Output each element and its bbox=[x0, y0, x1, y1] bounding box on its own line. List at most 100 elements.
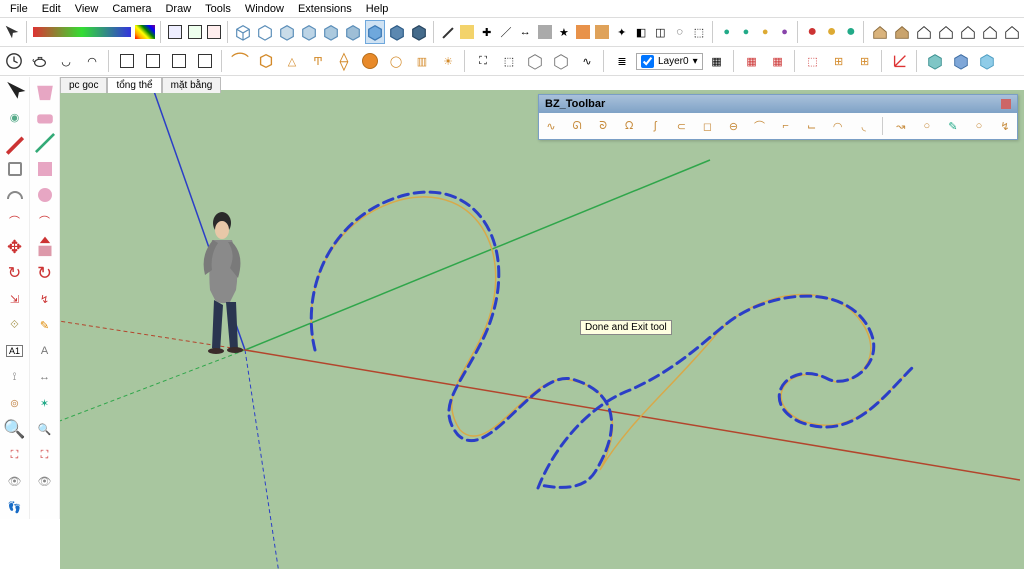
render-icon[interactable]: ⬚ bbox=[497, 49, 521, 73]
bz-tool-7-icon[interactable]: ◻ bbox=[699, 117, 715, 135]
bz-tool-17-icon[interactable]: ○ bbox=[971, 117, 987, 135]
bucket-pink-icon[interactable] bbox=[32, 79, 58, 103]
bz-tool-9-icon[interactable]: ⌒ bbox=[752, 117, 768, 135]
protractor-icon[interactable] bbox=[2, 183, 28, 207]
arc-tool-icon[interactable]: ⌒ bbox=[2, 209, 28, 233]
curve-o-icon[interactable]: ⌒ bbox=[228, 49, 252, 73]
text-icon[interactable]: A1 bbox=[2, 339, 28, 363]
thumb-icon[interactable] bbox=[167, 20, 184, 44]
edgetool-icon[interactable] bbox=[439, 20, 456, 44]
axis-icon[interactable] bbox=[888, 49, 912, 73]
greenB-icon[interactable]: ● bbox=[737, 20, 754, 44]
house5-icon[interactable] bbox=[1002, 20, 1022, 44]
text-label-icon[interactable]: A bbox=[32, 339, 58, 363]
rainbow-swatch-icon[interactable] bbox=[134, 20, 156, 44]
line-green-icon[interactable] bbox=[32, 131, 58, 155]
bz-tool-15-icon[interactable]: ○ bbox=[919, 117, 935, 135]
menu-tools[interactable]: Tools bbox=[199, 3, 237, 15]
explode-icon[interactable]: ✦ bbox=[613, 20, 630, 44]
group-b-icon[interactable]: ⊞ bbox=[853, 49, 877, 73]
bz-toolbar-panel[interactable]: BZ_Toolbar ∿ ᘏ ᘐ ᘯ ʃ ⊂ ◻ ⊖ ⌒ ⌐ ⌙ ◠ ◟ ↝ ○… bbox=[538, 94, 1018, 140]
layer-dropdown[interactable]: Layer0 ▾ bbox=[636, 53, 703, 70]
arc-red-icon[interactable]: ⌒ bbox=[32, 209, 58, 233]
bezier-curve[interactable] bbox=[311, 192, 912, 488]
grid-a-icon[interactable]: ▦ bbox=[740, 49, 764, 73]
teapot-icon[interactable] bbox=[28, 49, 52, 73]
style-shade-icon[interactable] bbox=[277, 20, 297, 44]
followme-icon[interactable]: ↯ bbox=[32, 287, 58, 311]
pushpull-icon[interactable] bbox=[32, 235, 58, 259]
position-cam-icon[interactable]: 👁 bbox=[32, 469, 58, 493]
yellow-circle-icon[interactable]: ● bbox=[823, 20, 840, 44]
bz-tool-3-icon[interactable]: ᘐ bbox=[595, 117, 611, 135]
bz-tool-4-icon[interactable]: ᘯ bbox=[621, 117, 637, 135]
shape-b-icon[interactable] bbox=[2, 157, 28, 181]
bz-tool-13-icon[interactable]: ◟ bbox=[856, 117, 872, 135]
bz-close-icon[interactable] bbox=[1001, 99, 1011, 109]
iso-a-icon[interactable] bbox=[549, 49, 573, 73]
style-dark-icon[interactable] bbox=[387, 20, 407, 44]
arrow-select-icon[interactable] bbox=[2, 79, 28, 103]
bz-tool-18-icon[interactable]: ↯ bbox=[997, 117, 1013, 135]
viewport-3d[interactable]: BZ_Toolbar ∿ ᘏ ᘐ ᘯ ʃ ⊂ ◻ ⊖ ⌒ ⌐ ⌙ ◠ ◟ ↝ ○… bbox=[60, 90, 1024, 569]
yellow-tool-icon[interactable] bbox=[459, 20, 476, 44]
arch-icon[interactable]: ☀ bbox=[436, 49, 460, 73]
orange1-icon[interactable] bbox=[575, 20, 592, 44]
style-tex-icon[interactable] bbox=[321, 20, 341, 44]
blue-box-icon[interactable] bbox=[949, 49, 973, 73]
zoom-window-icon[interactable]: ⛶ bbox=[32, 443, 58, 467]
menu-window[interactable]: Window bbox=[239, 3, 290, 15]
square-pink-icon[interactable] bbox=[32, 157, 58, 181]
wave-icon[interactable]: ∿ bbox=[575, 49, 599, 73]
house3-icon[interactable] bbox=[958, 20, 978, 44]
house1-icon[interactable] bbox=[914, 20, 934, 44]
menu-view[interactable]: View bbox=[69, 3, 105, 15]
group-a-icon[interactable]: ⊞ bbox=[827, 49, 851, 73]
house4-icon[interactable] bbox=[980, 20, 1000, 44]
sun-o-icon[interactable]: ⟠ bbox=[332, 49, 356, 73]
hide-icon[interactable]: ◌ bbox=[671, 20, 688, 44]
bz-tool-10-icon[interactable]: ⌐ bbox=[778, 117, 794, 135]
section-icon[interactable]: ◫ bbox=[652, 20, 669, 44]
star-icon[interactable]: ★ bbox=[555, 20, 572, 44]
palette-icon[interactable]: ⬚ bbox=[801, 49, 825, 73]
tape-icon[interactable]: ⟟ bbox=[2, 365, 28, 389]
menu-help[interactable]: Help bbox=[360, 3, 395, 15]
circle-pink-icon[interactable] bbox=[32, 183, 58, 207]
cyan-box-icon[interactable] bbox=[975, 49, 999, 73]
layer-tool-icon[interactable]: ▦ bbox=[705, 49, 729, 73]
bz-tool-6-icon[interactable]: ⊂ bbox=[673, 117, 689, 135]
section-plane-icon[interactable]: 👁 bbox=[2, 469, 28, 493]
grid-b-icon[interactable]: ▦ bbox=[766, 49, 790, 73]
style-darker-icon[interactable] bbox=[409, 20, 429, 44]
dim-icon[interactable]: ↔ bbox=[32, 365, 58, 389]
style-mono-icon[interactable] bbox=[343, 20, 363, 44]
lasso-icon[interactable]: ◉ bbox=[2, 105, 28, 129]
orbit-icon[interactable]: 🔍 bbox=[2, 417, 28, 441]
bz-tool-1-icon[interactable]: ∿ bbox=[543, 117, 559, 135]
menu-camera[interactable]: Camera bbox=[106, 3, 157, 15]
select-icon[interactable] bbox=[2, 20, 22, 44]
param-icon[interactable]: △ bbox=[280, 49, 304, 73]
style-active-icon[interactable] bbox=[365, 20, 385, 44]
layer-visible-checkbox[interactable] bbox=[641, 55, 654, 68]
slash-icon[interactable]: ／ bbox=[497, 20, 514, 44]
red-circle-icon[interactable]: ● bbox=[804, 20, 821, 44]
zoom-ext-icon[interactable]: ⛶ bbox=[2, 443, 28, 467]
style-hidden-icon[interactable] bbox=[255, 20, 275, 44]
bz-tool-16-icon[interactable]: ✎ bbox=[945, 117, 961, 135]
scene-tab-0[interactable]: pc goc bbox=[60, 77, 107, 93]
bz-tool-14-icon[interactable]: ↝ bbox=[893, 117, 909, 135]
orange2-icon[interactable] bbox=[594, 20, 611, 44]
colorize-icon[interactable]: ◧ bbox=[632, 20, 649, 44]
bz-titlebar[interactable]: BZ_Toolbar bbox=[539, 95, 1017, 113]
offset-o-icon[interactable]: Ͳ bbox=[306, 49, 330, 73]
dimtool-icon[interactable]: ↔ bbox=[517, 20, 534, 44]
plus-icon[interactable]: ✚ bbox=[478, 20, 495, 44]
axes-icon[interactable]: ✶ bbox=[32, 391, 58, 415]
warehouse-send-icon[interactable] bbox=[892, 20, 912, 44]
box-a-icon[interactable] bbox=[115, 49, 139, 73]
iso-icon[interactable]: ⬚ bbox=[690, 20, 707, 44]
pan-icon[interactable]: 🔍 bbox=[32, 417, 58, 441]
house2-icon[interactable] bbox=[936, 20, 956, 44]
